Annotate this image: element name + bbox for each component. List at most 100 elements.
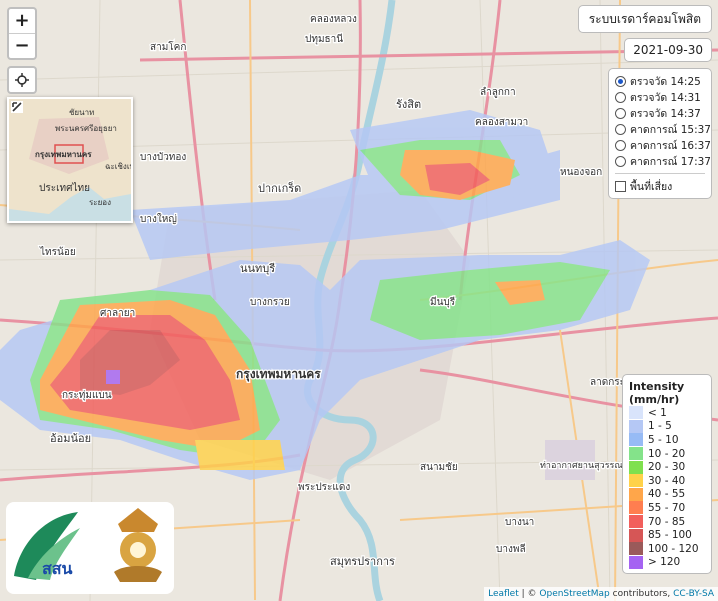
- minimap-label-f: ระยอง: [89, 198, 111, 207]
- legend-swatch: [629, 501, 643, 515]
- legend-item: 100 - 120: [629, 542, 707, 556]
- radio-button[interactable]: [615, 123, 626, 135]
- map-label-minburi: มีนบุรี: [430, 296, 456, 308]
- legend-label: 55 - 70: [648, 501, 686, 514]
- crosshair-icon: [15, 73, 29, 87]
- map-label-bangna: บางนา: [505, 517, 534, 528]
- risk-area-label: พื้นที่เสี่ยง: [630, 180, 673, 193]
- zoom-out-button[interactable]: −: [9, 33, 35, 58]
- legend-swatch: [629, 542, 643, 556]
- legend-item: 30 - 40: [629, 474, 707, 488]
- minimap-label-a: ชัยนาท: [69, 108, 94, 117]
- attribution-contrib: contributors,: [609, 589, 674, 599]
- layer-selector: ตรวจวัด 14:25 ตรวจวัด 14:31 ตรวจวัด 14:37 ค…: [608, 68, 712, 199]
- layer-option-5[interactable]: คาดการณ์ 17:37: [615, 153, 711, 169]
- layer-option-2[interactable]: ตรวจวัด 14:37: [615, 105, 705, 121]
- map-label-omnoi: อ้อมน้อย: [50, 432, 91, 445]
- legend-label: 5 - 10: [648, 433, 679, 446]
- layer-option-0[interactable]: ตรวจวัด 14:25: [615, 73, 705, 89]
- map-label-sainoi: ไทรน้อย: [39, 246, 76, 258]
- logo-text: สสน: [42, 559, 73, 578]
- attribution: Leaflet | © OpenStreetMap contributors, …: [484, 587, 718, 601]
- checkbox-box[interactable]: [615, 180, 626, 192]
- layer-option-3[interactable]: คาดการณ์ 15:37: [615, 121, 711, 137]
- legend-unit: (mm/hr): [629, 393, 680, 406]
- map-label-nonthaburi: นนทบุรี: [240, 262, 275, 275]
- map-label-khlongluang: คลองหลวง: [310, 14, 357, 25]
- layer-option-label: คาดการณ์ 16:37: [630, 139, 711, 152]
- legend-swatch: [629, 474, 643, 488]
- map-label-khlongsamwa: คลองสามวา: [475, 117, 528, 128]
- legend-swatch: [629, 460, 643, 474]
- legend-item: 70 - 85: [629, 515, 707, 529]
- intensity-legend: Intensity (mm/hr) < 11 - 55 - 10 10 - 20 2…: [622, 374, 712, 575]
- legend-label: > 120: [648, 556, 681, 569]
- legend-swatch: [629, 515, 643, 529]
- legend-label: 100 - 120: [648, 542, 699, 555]
- zoom-in-button[interactable]: +: [9, 9, 35, 33]
- radio-button[interactable]: [615, 91, 626, 103]
- map-label-bangkok: กรุงเทพมหานคร: [236, 367, 321, 382]
- legend-swatch: [629, 419, 643, 433]
- map-label-suvarnabhumi: ท่าอากาศยานสุวรรณภูมิ: [540, 460, 635, 471]
- legend-item: 1 - 5: [629, 419, 707, 434]
- layer-separator: [615, 173, 705, 174]
- legend-item: 55 - 70: [629, 501, 707, 515]
- map-label-lamlukka: ลำลูกกา: [480, 87, 516, 98]
- map-label-phrapradaeng: พระประแดง: [298, 482, 350, 493]
- risk-area-checkbox[interactable]: พื้นที่เสี่ยง: [615, 178, 705, 194]
- legend-item: 10 - 20: [629, 447, 707, 461]
- map-view[interactable]: รังสิต ปทุมธานี ปากเกร็ด นนทบุรี กรุงเทพ…: [0, 0, 718, 601]
- legend-item: < 1: [629, 406, 707, 420]
- legend-label: 40 - 55: [648, 488, 686, 501]
- map-label-bangphli: บางพลี: [496, 543, 526, 555]
- radio-button[interactable]: [615, 107, 626, 119]
- map-label-samkhok: สามโคก: [150, 40, 186, 53]
- map-label-bangkruai: บางกรวย: [250, 297, 290, 308]
- map-label-pathumthani: ปทุมธานี: [305, 33, 343, 45]
- layer-option-4[interactable]: คาดการณ์ 16:37: [615, 137, 711, 153]
- radio-button[interactable]: [615, 155, 626, 167]
- legend-swatch: [629, 433, 643, 447]
- minimap-label-e: ประเทศไทย: [39, 182, 90, 194]
- minimap-label-d: ฉะเชิงเทรา: [105, 162, 131, 171]
- layer-option-label: คาดการณ์ 15:37: [630, 123, 711, 136]
- attribution-sep: | ©: [518, 589, 540, 599]
- map-label-samutprakan: สมุทรปราการ: [330, 555, 395, 568]
- layer-option-label: ตรวจวัด 14:25: [630, 75, 701, 88]
- legend-title: Intensity: [629, 380, 685, 393]
- legend-item: 85 - 100: [629, 528, 707, 542]
- legend-label: 30 - 40: [648, 474, 686, 487]
- legend-item: 40 - 55: [629, 487, 707, 502]
- layer-option-label: คาดการณ์ 17:37: [630, 155, 711, 168]
- map-label-bangbuathong: บางบัวทอง: [140, 152, 186, 163]
- license-link[interactable]: CC-BY-SA: [673, 589, 714, 599]
- layer-option-label: ตรวจวัด 14:37: [630, 107, 701, 120]
- legend-swatch: [629, 487, 643, 501]
- map-label-krathumbaen: กระทุ่มแบน: [62, 390, 112, 401]
- minimap-toggle-icon[interactable]: [11, 101, 23, 113]
- legend-swatch: [629, 528, 643, 542]
- legend-label: 10 - 20: [648, 447, 686, 460]
- layer-option-1[interactable]: ตรวจวัด 14:31: [615, 89, 705, 105]
- logo-panel: สสน: [6, 502, 174, 594]
- locate-button[interactable]: [7, 66, 37, 94]
- zoom-control: + −: [7, 7, 37, 60]
- legend-swatch: [629, 447, 643, 461]
- legend-label: < 1: [648, 406, 667, 419]
- page-title: ระบบเรดาร์คอมโพสิต: [577, 5, 712, 33]
- minimap[interactable]: ชัยนาท พระนครศรีอยุธยา กรุงเทพมหานคร ฉะเ…: [7, 97, 133, 223]
- minimap-label-c: กรุงเทพมหานคร: [35, 150, 92, 160]
- radio-button[interactable]: [615, 75, 626, 87]
- legend-swatch: [629, 555, 643, 569]
- map-label-pakkret: ปากเกร็ด: [258, 181, 301, 195]
- map-label-nongchok: หนองจอก: [560, 167, 602, 178]
- map-label-sanamchai: สนามชัย: [420, 462, 458, 473]
- radio-button[interactable]: [615, 139, 626, 151]
- minimap-label-b: พระนครศรีอยุธยา: [55, 124, 117, 133]
- leaflet-link[interactable]: Leaflet: [488, 589, 519, 599]
- legend-item: 20 - 30: [629, 460, 707, 474]
- osm-link[interactable]: OpenStreetMap: [539, 589, 609, 599]
- legend-swatch: [629, 406, 643, 420]
- date-display: 2021-09-30: [624, 38, 712, 62]
